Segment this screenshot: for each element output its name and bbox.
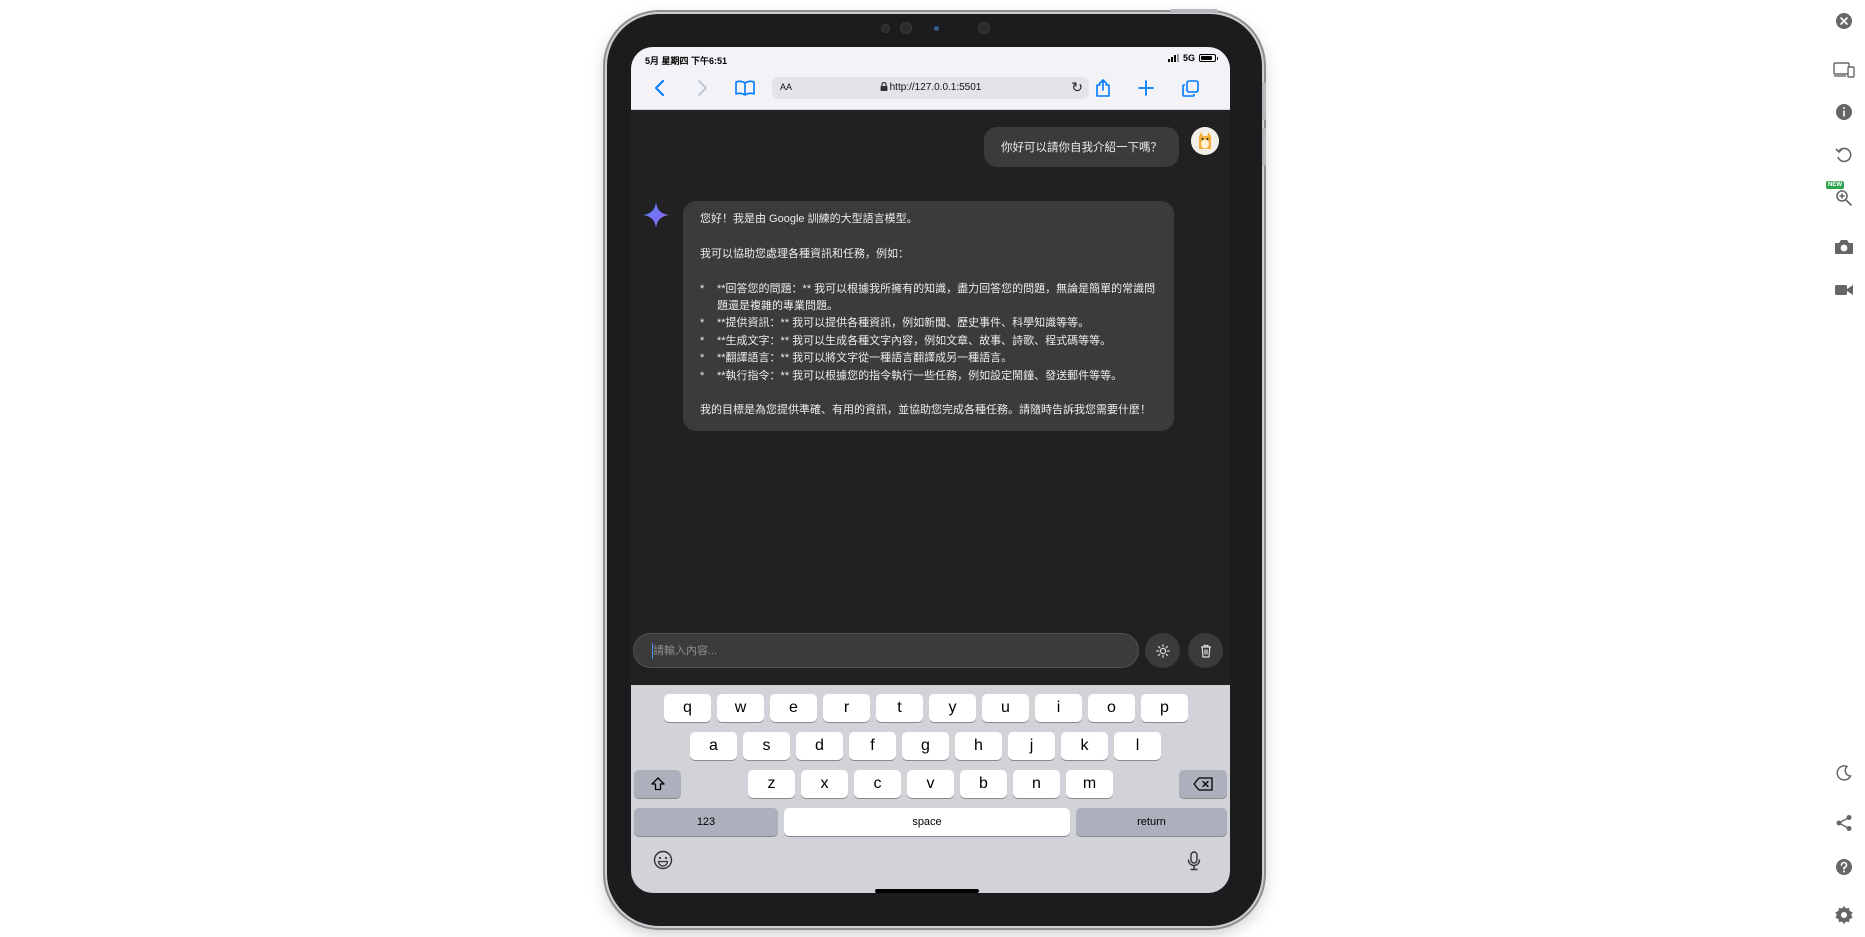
key-f[interactable]: f <box>849 732 896 760</box>
key-a[interactable]: a <box>690 732 737 760</box>
key-d[interactable]: d <box>796 732 843 760</box>
text-caret <box>652 643 653 659</box>
rotate-icon[interactable] <box>1832 143 1856 167</box>
camera-indicator <box>934 26 939 31</box>
return-key[interactable]: return <box>1076 808 1227 836</box>
reload-icon[interactable]: ↻ <box>1071 79 1083 96</box>
shift-icon <box>650 777 665 791</box>
shift-key[interactable] <box>634 770 681 798</box>
bot-intro: 您好！我是由 Google 訓練的大型語言模型。 <box>700 213 918 225</box>
key-j[interactable]: j <box>1008 732 1055 760</box>
key-t[interactable]: t <box>876 694 923 722</box>
url-text: http://127.0.0.1:5501 <box>772 81 1089 93</box>
settings-gear-icon[interactable] <box>1832 903 1856 927</box>
key-p[interactable]: p <box>1141 694 1188 722</box>
key-q[interactable]: q <box>664 694 711 722</box>
devices-icon[interactable] <box>1832 58 1856 82</box>
bot-help: 我可以協助您處理各種資訊和任務，例如： <box>700 247 909 260</box>
new-tab-icon[interactable] <box>1134 73 1158 103</box>
screenshot-camera-icon[interactable] <box>1832 235 1856 259</box>
signal-icon <box>1167 54 1179 62</box>
key-s[interactable]: s <box>743 732 790 760</box>
clear-chat-button[interactable] <box>1188 633 1223 668</box>
status-bar: 5月 星期四 下午6:51 5G <box>631 47 1230 69</box>
camera-sensor <box>881 24 890 33</box>
message-input-container <box>633 633 1139 668</box>
device-screen: 5月 星期四 下午6:51 5G AA http://127.0.0.1:550… <box>631 47 1230 893</box>
key-m[interactable]: m <box>1066 770 1113 798</box>
key-r[interactable]: r <box>823 694 870 722</box>
key-y[interactable]: y <box>929 694 976 722</box>
key-w[interactable]: w <box>717 694 764 722</box>
status-indicators: 5G <box>1167 53 1218 63</box>
dark-mode-icon[interactable] <box>1832 761 1856 785</box>
message-input[interactable] <box>634 634 1138 667</box>
bot-list-item: **提供資訊：** 我可以提供各種資訊，例如新聞、歷史事件、科學知識等等。 <box>700 315 1157 333</box>
home-indicator <box>875 889 979 893</box>
bot-list-item: **生成文字：** 我可以生成各種文字內容，例如文章、故事、詩歌、程式碼等等。 <box>700 333 1157 351</box>
key-c[interactable]: c <box>854 770 901 798</box>
key-e[interactable]: e <box>770 694 817 722</box>
bot-list-item: **翻譯語言：** 我可以將文字從一種語言翻譯成另一種語言。 <box>700 350 1157 368</box>
key-l[interactable]: l <box>1114 732 1161 760</box>
backspace-icon <box>1193 777 1213 791</box>
gemini-sparkle-icon <box>642 201 670 229</box>
bot-message-bubble: 您好！我是由 Google 訓練的大型語言模型。 我可以協助您處理各種資訊和任務… <box>683 201 1174 431</box>
share-icon[interactable] <box>1091 73 1115 103</box>
key-z[interactable]: z <box>748 770 795 798</box>
lock-icon <box>880 81 888 91</box>
url-value: http://127.0.0.1:5501 <box>889 82 982 93</box>
key-o[interactable]: o <box>1088 694 1135 722</box>
key-x[interactable]: x <box>801 770 848 798</box>
bookmarks-icon[interactable] <box>733 73 757 103</box>
forward-icon[interactable] <box>692 73 712 103</box>
back-icon[interactable] <box>649 73 669 103</box>
sun-icon <box>1155 643 1170 658</box>
volume-down-button <box>1262 128 1266 166</box>
bot-outro: 我的目標是為您提供準確、有用的資訊，並協助您完成各種任務。請隨時告訴我您需要什麼… <box>700 404 1151 417</box>
key-u[interactable]: u <box>982 694 1029 722</box>
video-record-icon[interactable] <box>1832 278 1856 302</box>
theme-toggle-button[interactable] <box>1145 633 1180 668</box>
browser-chrome: 5月 星期四 下午6:51 5G AA http://127.0.0.1:550… <box>631 47 1230 110</box>
volume-up-button <box>1262 82 1266 120</box>
user-avatar <box>1191 127 1219 155</box>
key-g[interactable]: g <box>902 732 949 760</box>
zoom-icon[interactable] <box>1832 186 1856 210</box>
trash-icon <box>1200 644 1211 658</box>
address-bar[interactable]: AA http://127.0.0.1:5501 ↻ <box>772 77 1089 99</box>
key-v[interactable]: v <box>907 770 954 798</box>
backspace-key[interactable] <box>1179 770 1227 798</box>
key-b[interactable]: b <box>960 770 1007 798</box>
key-k[interactable]: k <box>1061 732 1108 760</box>
share-network-icon[interactable] <box>1832 811 1856 835</box>
user-message-bubble: 你好可以請你自我介紹一下嗎？ <box>984 127 1179 167</box>
browser-navbar: AA http://127.0.0.1:5501 ↻ <box>631 73 1230 103</box>
key-n[interactable]: n <box>1013 770 1060 798</box>
info-icon[interactable] <box>1832 100 1856 124</box>
numbers-key[interactable]: 123 <box>634 808 778 836</box>
tabs-overview-icon[interactable] <box>1178 73 1202 103</box>
emoji-icon[interactable] <box>653 850 673 875</box>
key-i[interactable]: i <box>1035 694 1082 722</box>
top-button <box>1170 9 1218 13</box>
bot-list-item: **回答您的問題：** 我可以根據我所擁有的知識，盡力回答您的問題，無論是簡單的… <box>700 281 1157 316</box>
battery-icon <box>1199 54 1218 62</box>
close-icon[interactable] <box>1832 9 1856 33</box>
bot-list-item: **執行指令：** 我可以根據您的指令執行一些任務，例如設定鬧鐘、發送郵件等等。 <box>700 368 1157 386</box>
status-time: 5月 星期四 下午6:51 <box>645 56 728 66</box>
help-icon[interactable] <box>1832 855 1856 879</box>
key-h[interactable]: h <box>955 732 1002 760</box>
space-key[interactable]: space <box>784 808 1070 836</box>
microphone-icon[interactable] <box>1187 851 1201 876</box>
network-label: 5G <box>1182 53 1195 63</box>
front-camera <box>900 22 912 34</box>
camera-sensor <box>978 22 990 34</box>
